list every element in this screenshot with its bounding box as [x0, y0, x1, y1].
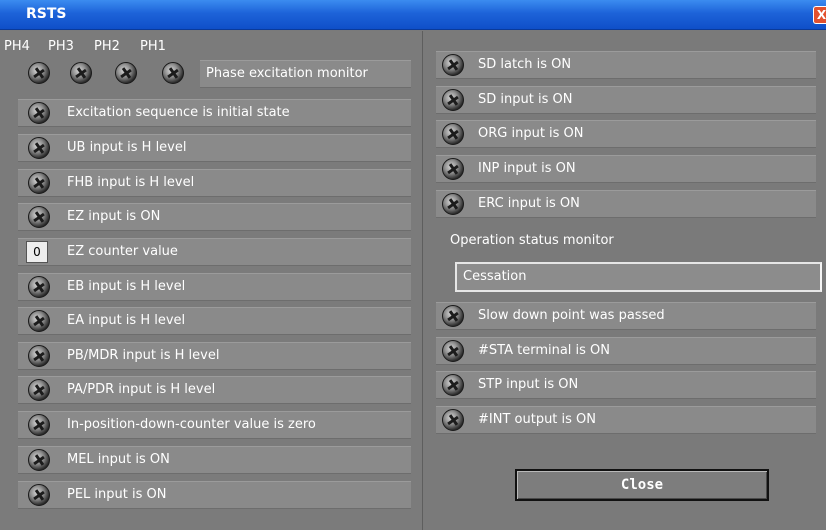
phase-monitor-label: Phase excitation monitor: [206, 66, 368, 81]
status-row: EB input is H level: [18, 273, 411, 301]
indicator-icon: [442, 193, 464, 215]
status-row: ERC input is ON: [436, 190, 816, 218]
status-label: STP input is ON: [478, 377, 579, 392]
status-row: In-position-down-counter value is zero: [18, 411, 411, 439]
status-row: #STA terminal is ON: [436, 337, 816, 365]
indicator-icon: [442, 158, 464, 180]
status-row: ORG input is ON: [436, 120, 816, 148]
indicator-icon: [442, 54, 464, 76]
ph1-indicator-icon: [162, 62, 184, 84]
indicator-icon: [28, 172, 50, 194]
indicator-icon: [28, 102, 50, 124]
ez-counter-value: 0: [26, 241, 48, 263]
status-row: SD input is ON: [436, 86, 816, 114]
status-row: STP input is ON: [436, 371, 816, 399]
window-close-button[interactable]: X: [813, 6, 826, 24]
indicator-icon: [442, 123, 464, 145]
status-label: #STA terminal is ON: [478, 343, 611, 358]
title-bar: RSTS X: [0, 0, 826, 30]
status-row: PA/PDR input is H level: [18, 376, 411, 404]
operation-status-field: Cessation: [455, 262, 822, 292]
status-label: #INT output is ON: [478, 412, 597, 427]
ph1-label: PH1: [140, 39, 166, 54]
status-label: SD latch is ON: [478, 57, 572, 72]
status-label: PEL input is ON: [67, 487, 167, 502]
ph4-indicator-icon: [28, 62, 50, 84]
indicator-icon: [28, 310, 50, 332]
status-row: EA input is H level: [18, 307, 411, 335]
status-label: EA input is H level: [67, 313, 186, 328]
indicator-icon: [28, 206, 50, 228]
status-label: ERC input is ON: [478, 196, 580, 211]
status-label: ORG input is ON: [478, 126, 584, 141]
status-label: Slow down point was passed: [478, 308, 665, 323]
status-row: EZ input is ON: [18, 203, 411, 231]
status-row: SD latch is ON: [436, 51, 816, 79]
status-label: SD input is ON: [478, 92, 573, 107]
indicator-icon: [28, 449, 50, 471]
ph3-indicator-icon: [70, 62, 92, 84]
status-row: FHB input is H level: [18, 169, 411, 197]
status-row: MEL input is ON: [18, 446, 411, 474]
indicator-icon: [442, 89, 464, 111]
status-label: Excitation sequence is initial state: [67, 105, 290, 120]
left-panel: PH4 PH3 PH2 PH1 Phase excitation monitor…: [0, 31, 423, 530]
indicator-icon: [28, 137, 50, 159]
indicator-icon: [28, 414, 50, 436]
indicator-icon: [442, 409, 464, 431]
status-label: In-position-down-counter value is zero: [67, 417, 316, 432]
status-label: PA/PDR input is H level: [67, 382, 216, 397]
status-label: FHB input is H level: [67, 175, 195, 190]
ez-counter-row: 0 EZ counter value: [18, 238, 411, 266]
status-row: Excitation sequence is initial state: [18, 99, 411, 127]
indicator-icon: [442, 305, 464, 327]
indicator-icon: [28, 345, 50, 367]
status-label: EZ input is ON: [67, 209, 161, 224]
ph2-indicator-icon: [115, 62, 137, 84]
indicator-icon: [442, 374, 464, 396]
ph2-label: PH2: [94, 39, 120, 54]
status-label: MEL input is ON: [67, 452, 170, 467]
phase-monitor-label-box: Phase excitation monitor: [200, 60, 411, 88]
window-title: RSTS: [26, 6, 67, 22]
ph3-label: PH3: [48, 39, 74, 54]
close-button[interactable]: Close: [515, 469, 769, 501]
indicator-icon: [442, 340, 464, 362]
status-label: UB input is H level: [67, 140, 187, 155]
status-label: PB/MDR input is H level: [67, 348, 220, 363]
status-label: EB input is H level: [67, 279, 186, 294]
status-row: PEL input is ON: [18, 481, 411, 509]
operation-status-value: Cessation: [463, 269, 527, 284]
indicator-icon: [28, 484, 50, 506]
status-row: INP input is ON: [436, 155, 816, 183]
status-label: INP input is ON: [478, 161, 576, 176]
status-row: #INT output is ON: [436, 406, 816, 434]
status-row: UB input is H level: [18, 134, 411, 162]
ph4-label: PH4: [4, 39, 30, 54]
indicator-icon: [28, 379, 50, 401]
status-row: PB/MDR input is H level: [18, 342, 411, 370]
status-row: Slow down point was passed: [436, 302, 816, 330]
operation-status-label: Operation status monitor: [450, 233, 614, 248]
phase-monitor-row: Phase excitation monitor: [18, 60, 411, 88]
indicator-icon: [28, 276, 50, 298]
status-label: EZ counter value: [67, 244, 178, 259]
